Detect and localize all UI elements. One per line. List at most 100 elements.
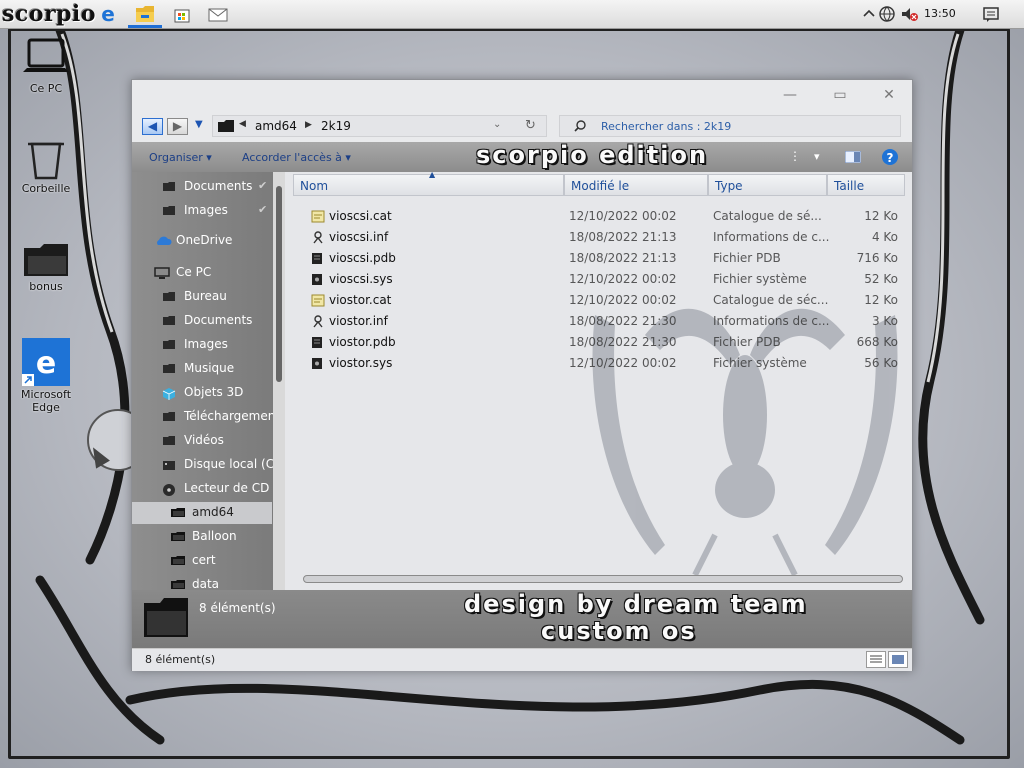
desktop-icon-label: Corbeille <box>21 182 71 195</box>
nav-item-bureau[interactable]: Bureau <box>132 286 272 308</box>
nav-item-t-l-chargements[interactable]: Téléchargements <box>132 406 274 428</box>
details-view-button[interactable] <box>866 651 886 668</box>
file-row[interactable]: viostor.inf 18/08/2022 21:30 Informations … <box>293 311 912 332</box>
nav-item-amd64[interactable]: amd64 <box>132 502 272 524</box>
nav-item-objets-3d[interactable]: Objets 3D <box>132 382 272 404</box>
network-icon[interactable] <box>878 5 896 23</box>
clock[interactable]: 13:50 <box>924 7 956 20</box>
store-icon[interactable] <box>171 3 193 25</box>
file-size: 716 Ko <box>856 251 898 265</box>
desktop-icon-bonus[interactable]: bonus <box>6 242 86 293</box>
brand-banner-bottom-line2: custom os <box>541 617 697 645</box>
file-name: vioscsi.pdb <box>329 251 396 265</box>
breadcrumb-2k19[interactable]: 2k19 <box>321 119 351 133</box>
file-modified: 12/10/2022 00:02 <box>569 272 677 286</box>
pin-icon[interactable]: ✔ <box>258 203 267 216</box>
breadcrumb-amd64[interactable]: amd64 <box>255 119 297 133</box>
status-item-count: 8 élément(s) <box>145 653 216 666</box>
nav-item-lecteur-de-cd-d[interactable]: Lecteur de CD (D:) <box>132 478 274 500</box>
breadcrumb-separator-icon[interactable]: ▶ <box>305 120 312 130</box>
refresh-icon[interactable]: ↻ <box>525 118 536 133</box>
command-bar: Organiser ▾ Accorder l'accès à ▾ scorpio… <box>132 141 912 172</box>
notifications-icon[interactable] <box>982 5 1000 23</box>
file-explorer-icon[interactable] <box>134 3 156 25</box>
nav-item-label: Images <box>184 337 228 351</box>
column-header-type[interactable]: Type <box>708 174 827 196</box>
forward-button[interactable]: ▶ <box>167 118 188 135</box>
nav-item-ce-pc[interactable]: Ce PC <box>132 262 272 284</box>
file-size: 56 Ko <box>864 356 898 370</box>
desktop-icon-label: Ce PC <box>29 82 63 95</box>
window-titlebar[interactable]: — ▭ ✕ <box>132 80 912 110</box>
search-input[interactable]: Rechercher dans : 2k19 <box>559 115 901 137</box>
share-menu[interactable]: Accorder l'accès à ▾ <box>242 151 351 164</box>
more-options-icon[interactable]: ⋮ <box>789 149 801 163</box>
pdb-file-icon <box>311 252 323 268</box>
file-modified: 18/08/2022 21:30 <box>569 335 677 349</box>
nav-item-balloon[interactable]: Balloon <box>132 526 272 548</box>
pdb-file-icon <box>311 336 323 352</box>
navigation-scrollbar[interactable] <box>273 172 285 590</box>
nav-item-vid-os[interactable]: Vidéos <box>132 430 272 452</box>
nav-item-images[interactable]: Images <box>132 334 272 356</box>
minimize-button[interactable]: — <box>772 83 808 107</box>
change-view-chevron-icon[interactable]: ▾ <box>814 150 820 163</box>
address-bar[interactable]: ◀ amd64 ▶ 2k19 ⌄ ↻ <box>212 115 547 137</box>
folder-icon <box>162 291 176 305</box>
file-type: Fichier PDB <box>713 251 781 265</box>
file-row[interactable]: viostor.pdb 18/08/2022 21:30 Fichier PDB 66… <box>293 332 912 353</box>
start-button[interactable]: scorpio <box>2 0 96 28</box>
search-placeholder: Rechercher dans : 2k19 <box>601 120 732 133</box>
nav-item-disque-local-c[interactable]: Disque local (C:) <box>132 454 274 476</box>
file-row[interactable]: viostor.cat 12/10/2022 00:02 Catalogue de … <box>293 290 912 311</box>
folder-icon <box>144 598 188 637</box>
large-icons-view-button[interactable] <box>888 651 908 668</box>
file-row[interactable]: vioscsi.cat 12/10/2022 00:02 Catalogue de … <box>293 206 912 227</box>
file-name: viostor.pdb <box>329 335 396 349</box>
speaker-muted-icon[interactable] <box>900 5 918 23</box>
nav-item-data[interactable]: data <box>132 574 272 590</box>
desktop-icon-this-pc[interactable]: Ce PC <box>6 38 86 95</box>
address-dropdown-icon[interactable]: ⌄ <box>493 119 501 130</box>
recent-locations-chevron-icon[interactable]: ▼ <box>195 119 203 130</box>
file-type: Informations de c... <box>713 230 830 244</box>
pin-icon[interactable]: ✔ <box>258 179 267 192</box>
preview-pane-icon[interactable] <box>845 151 861 163</box>
cat-file-icon <box>311 210 325 226</box>
edge-icon[interactable]: e <box>97 3 119 25</box>
folder-icon <box>162 205 176 219</box>
file-row[interactable]: vioscsi.inf 18/08/2022 21:13 Informations … <box>293 227 912 248</box>
folder-icon <box>162 411 176 425</box>
maximize-button[interactable]: ▭ <box>822 83 858 107</box>
file-row[interactable]: vioscsi.sys 12/10/2022 00:02 Fichier systè… <box>293 269 912 290</box>
desktop-icon-recycle-bin[interactable]: Corbeille <box>6 138 86 195</box>
nav-item-documents[interactable]: Documents ✔ <box>132 176 272 198</box>
nav-item-cert[interactable]: cert <box>132 550 272 572</box>
column-header-modified[interactable]: Modifié le <box>564 174 708 196</box>
nav-item-documents[interactable]: Documents <box>132 310 272 332</box>
scrollbar-thumb[interactable] <box>276 186 282 382</box>
file-row[interactable]: vioscsi.pdb 18/08/2022 21:13 Fichier PDB 71… <box>293 248 912 269</box>
column-header-size[interactable]: Taille <box>827 174 905 196</box>
file-list: Nom Modifié le Type Taille ▲ vioscsi.cat… <box>293 172 912 590</box>
file-size: 4 Ko <box>871 230 898 244</box>
desktop-icon-microsoft-edge[interactable]: e Microsoft Edge <box>6 338 86 414</box>
mail-icon[interactable] <box>207 3 229 25</box>
organize-menu[interactable]: Organiser ▾ <box>149 151 212 164</box>
file-type: Catalogue de séc... <box>713 293 829 307</box>
horizontal-scrollbar[interactable] <box>303 575 903 583</box>
back-button[interactable]: ◀ <box>142 118 163 135</box>
folder-icon <box>162 363 176 377</box>
nav-item-onedrive[interactable]: OneDrive <box>132 230 272 252</box>
folder-open-icon <box>170 555 186 569</box>
nav-item-images[interactable]: Images ✔ <box>132 200 272 222</box>
nav-item-musique[interactable]: Musique <box>132 358 272 380</box>
close-button[interactable]: ✕ <box>871 83 907 107</box>
nav-item-label: Musique <box>184 361 235 375</box>
chevron-up-icon[interactable] <box>860 5 878 23</box>
chevron-left-icon[interactable]: ◀ <box>239 119 246 129</box>
taskbar: scorpio e 13:50 <box>0 0 1024 29</box>
help-icon[interactable]: ? <box>881 148 899 166</box>
file-row[interactable]: viostor.sys 12/10/2022 00:02 Fichier systè… <box>293 353 912 374</box>
laptop-icon <box>23 38 69 72</box>
